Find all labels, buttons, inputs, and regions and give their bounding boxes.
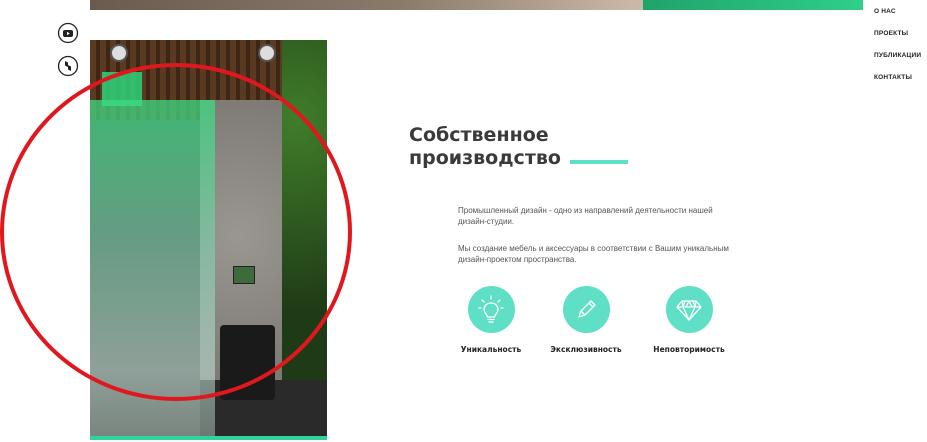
- photo-accent-edge: [90, 436, 327, 440]
- control-panel: [233, 266, 255, 284]
- paragraph-1: Промышленный дизайн - одно из направлени…: [458, 206, 713, 226]
- feature-label: Эксклюзивность: [550, 345, 622, 354]
- shower-glass: [90, 100, 215, 440]
- feature-label: Уникальность: [460, 345, 522, 354]
- diamond-icon: [665, 286, 713, 333]
- section-title: Собственное производство: [409, 124, 561, 170]
- paragraph-2: Мы создание мебель и аксессуары в соотве…: [458, 244, 729, 264]
- youtube-icon[interactable]: [57, 22, 79, 44]
- nav-item-projects[interactable]: ПРОЕКТЫ: [874, 30, 921, 37]
- feature-uniqueness: Уникальность: [436, 286, 546, 354]
- feature-label: Неповторимость: [653, 345, 725, 354]
- nav-item-about[interactable]: О НАС: [874, 8, 921, 15]
- feature-exclusivity: Эксклюзивность: [531, 286, 641, 354]
- ceiling-light: [258, 44, 276, 62]
- top-banner-accent: [643, 0, 863, 10]
- lightbulb-icon: [467, 286, 515, 333]
- toilet: [220, 325, 275, 400]
- nav-item-contacts[interactable]: КОНТАКТЫ: [874, 74, 921, 81]
- nav-item-publications[interactable]: ПУБЛИКАЦИИ: [874, 52, 921, 59]
- title-line-1: Собственное: [409, 124, 549, 146]
- feature-uniqueness-2: Неповторимость: [634, 286, 744, 354]
- top-banner-strip: [90, 0, 863, 10]
- main-nav: О НАС ПРОЕКТЫ ПУБЛИКАЦИИ КОНТАКТЫ: [874, 8, 921, 96]
- title-line-2: производство: [409, 147, 561, 169]
- ceiling-light: [110, 44, 128, 62]
- bathroom-photo: [90, 40, 327, 440]
- houzz-icon[interactable]: [57, 55, 79, 77]
- title-underline: [570, 160, 628, 164]
- pencil-icon: [562, 286, 610, 333]
